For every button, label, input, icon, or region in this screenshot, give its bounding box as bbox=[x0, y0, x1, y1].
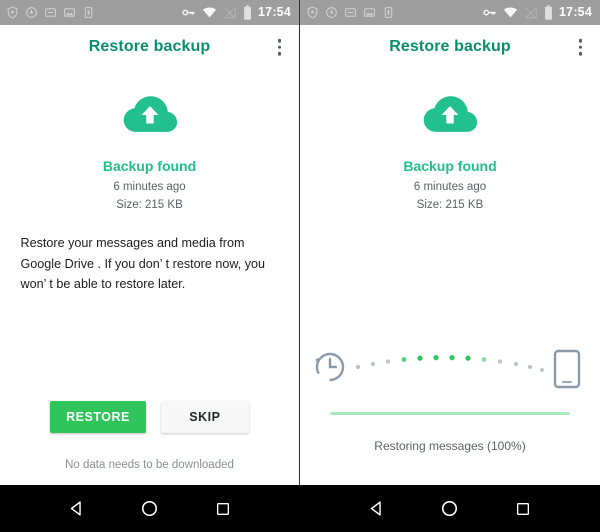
phone-screen-left: 17:54 Restore backup Backup found 6 minu… bbox=[0, 0, 300, 532]
overflow-dot bbox=[277, 45, 281, 49]
download-circle-icon bbox=[25, 6, 38, 19]
app-bar-right: Restore backup bbox=[300, 25, 600, 69]
image-icon bbox=[363, 6, 376, 19]
backup-found-heading: Backup found bbox=[403, 158, 497, 174]
status-bar-right: 17:54 bbox=[300, 0, 600, 25]
nav-bar-right bbox=[300, 485, 600, 532]
overflow-menu-button[interactable] bbox=[573, 35, 589, 60]
skip-button[interactable]: SKIP bbox=[160, 401, 249, 433]
restore-progress-fill bbox=[330, 412, 570, 415]
transfer-animation bbox=[300, 339, 600, 399]
recents-square-icon[interactable] bbox=[504, 490, 542, 528]
home-circle-icon[interactable] bbox=[431, 490, 469, 528]
sim-card-icon bbox=[382, 6, 395, 19]
backup-time: 6 minutes ago bbox=[113, 181, 186, 193]
overflow-dot bbox=[277, 51, 281, 56]
overflow-dot bbox=[578, 45, 582, 49]
status-bar-right-right-icons: 17:54 bbox=[482, 5, 594, 20]
shield-icon bbox=[306, 6, 319, 19]
sim-card-icon bbox=[82, 6, 95, 19]
phone-screen-right: 17:54 Restore backup Backup found 6 minu… bbox=[300, 0, 600, 532]
overflow-menu-button[interactable] bbox=[272, 35, 288, 60]
recents-square-icon[interactable] bbox=[204, 490, 242, 528]
restore-description: Restore your messages and media from Goo… bbox=[20, 236, 266, 292]
home-circle-icon[interactable] bbox=[131, 490, 169, 528]
overflow-dot bbox=[277, 38, 281, 43]
cloud-upload-icon bbox=[420, 91, 480, 144]
battery-icon bbox=[544, 5, 553, 20]
smartphone-icon bbox=[553, 349, 581, 389]
nav-bar-left bbox=[0, 485, 300, 532]
image-icon bbox=[63, 6, 76, 19]
panel-body-left: Backup found 6 minutes ago Size: 215 KB … bbox=[0, 69, 299, 532]
backup-found-heading: Backup found bbox=[102, 158, 197, 174]
back-triangle-icon[interactable] bbox=[58, 490, 96, 528]
overflow-dot bbox=[578, 51, 582, 56]
restore-progress-bar bbox=[330, 412, 570, 415]
status-bar-right-left-icons bbox=[306, 6, 395, 19]
vpn-key-icon bbox=[181, 5, 196, 20]
vpn-key-icon bbox=[482, 5, 497, 20]
android-nav-bar bbox=[0, 485, 600, 532]
page-title: Restore backup bbox=[88, 38, 211, 55]
overflow-dot bbox=[578, 38, 582, 43]
backup-time: 6 minutes ago bbox=[413, 181, 487, 193]
restore-progress-label: Restoring messages (100%) bbox=[374, 439, 526, 453]
app-bar-left: Restore backup bbox=[0, 25, 299, 69]
status-clock: 17:54 bbox=[559, 5, 592, 20]
android-screenshot-pair: 17:54 Restore backup Backup found 6 minu… bbox=[0, 0, 600, 532]
status-clock: 17:54 bbox=[258, 5, 291, 20]
shield-icon bbox=[6, 6, 19, 19]
page-title: Restore backup bbox=[389, 38, 511, 55]
wifi-icon bbox=[503, 5, 518, 20]
download-circle-icon bbox=[325, 6, 338, 19]
cloud-upload-icon bbox=[120, 91, 180, 144]
backup-size: Size: 215 KB bbox=[416, 198, 484, 211]
backup-size: Size: 215 KB bbox=[116, 198, 183, 211]
signal-off-icon bbox=[524, 6, 538, 20]
back-triangle-icon[interactable] bbox=[358, 490, 396, 528]
status-bar-left: 17:54 bbox=[0, 0, 299, 25]
restore-button[interactable]: RESTORE bbox=[50, 401, 146, 433]
wifi-icon bbox=[202, 5, 217, 20]
dot-trail bbox=[355, 355, 544, 372]
download-note: No data needs to be downloaded bbox=[65, 459, 234, 471]
signal-off-icon bbox=[223, 6, 237, 20]
battery-icon bbox=[243, 5, 252, 20]
screenshot-icon bbox=[344, 6, 357, 19]
panel-body-right: Backup found 6 minutes ago Size: 215 KB bbox=[300, 69, 600, 532]
status-bar-left-icons bbox=[6, 6, 95, 19]
status-bar-right-icons: 17:54 bbox=[181, 5, 293, 20]
history-icon bbox=[315, 352, 345, 382]
action-button-row: RESTORE SKIP bbox=[0, 401, 299, 433]
screenshot-icon bbox=[44, 6, 57, 19]
